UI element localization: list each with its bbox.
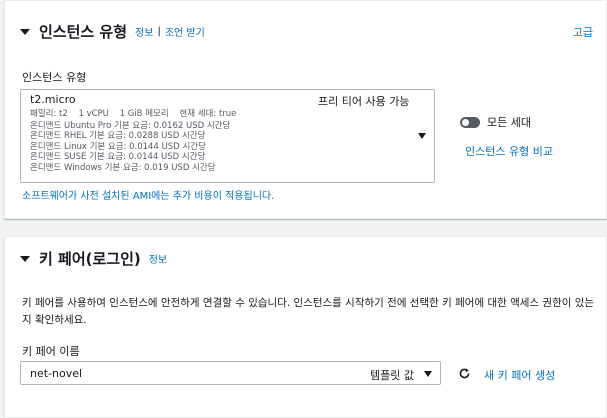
instance-name: t2.micro bbox=[30, 93, 76, 106]
instance-family: 패밀리: t2 bbox=[30, 109, 68, 119]
key-pair-select[interactable]: net-novel 템플릿 값 bbox=[20, 361, 441, 385]
price-line: 온디맨드 Windows 기본 요금: 0.019 USD 시간당 bbox=[30, 162, 216, 173]
all-generations-toggle[interactable]: 모든 세대 bbox=[460, 114, 531, 130]
section-title: 인스턴스 유형 bbox=[39, 23, 128, 41]
instance-type-panel: 인스턴스 유형 정보 | 조언 받기 고급 인스턴스 유형 t2.micro 프… bbox=[4, 0, 607, 219]
section-title: 키 페어(로그인) bbox=[39, 250, 141, 268]
compare-instance-types-link[interactable]: 인스턴스 유형 비교 bbox=[465, 143, 553, 159]
refresh-icon[interactable] bbox=[458, 367, 471, 380]
header-links: 정보 bbox=[149, 251, 167, 266]
dropdown-arrow-icon[interactable] bbox=[418, 133, 426, 139]
instance-type-label: 인스턴스 유형 bbox=[22, 71, 87, 84]
key-pair-name-label: 키 페어 이름 bbox=[22, 345, 80, 358]
price-line: 온디맨드 RHEL 기본 요금: 0.0288 USD 시간당 bbox=[30, 131, 206, 142]
free-tier-badge: 프리 티어 사용 가능 bbox=[318, 95, 410, 108]
caret-down-icon[interactable] bbox=[20, 255, 30, 262]
create-new-key-pair-link[interactable]: 새 키 페어 생성 bbox=[484, 367, 555, 383]
price-line: 온디맨드 SUSE 기본 요금: 0.0144 USD 시간당 bbox=[30, 152, 206, 163]
price-line: 온디맨드 Linux 기본 요금: 0.0144 USD 시간당 bbox=[30, 141, 206, 152]
ami-cost-note: 소프트웨어가 사전 설치된 AMI에는 추가 비용이 적용됩니다. bbox=[22, 191, 275, 202]
instance-generation: 현재 세대: true bbox=[179, 109, 237, 119]
advice-link[interactable]: 조언 받기 bbox=[165, 24, 205, 39]
toggle-switch[interactable] bbox=[460, 116, 480, 128]
key-pair-value: net-novel bbox=[30, 367, 83, 380]
price-line: 온디맨드 Ubuntu Pro 기본 요금: 0.0162 USD 시간당 bbox=[30, 121, 231, 131]
instance-vcpu: 1 vCPU bbox=[78, 109, 109, 119]
key-pair-panel: 키 페어(로그인) 정보 키 페어를 사용하여 인스턴스에 안전하게 연결할 수… bbox=[4, 236, 607, 418]
info-link[interactable]: 정보 bbox=[135, 24, 153, 39]
toggle-label: 모든 세대 bbox=[487, 116, 531, 129]
caret-down-icon[interactable] bbox=[20, 28, 30, 35]
link-separator: | bbox=[157, 26, 161, 37]
key-pair-header[interactable]: 키 페어(로그인) 정보 bbox=[20, 248, 167, 269]
instance-type-header[interactable]: 인스턴스 유형 정보 | 조언 받기 bbox=[20, 21, 205, 42]
header-links: 정보 | 조언 받기 bbox=[135, 24, 205, 39]
price-list: 온디맨드 Ubuntu Pro 기본 요금: 0.0162 USD 시간당 온디… bbox=[30, 121, 230, 173]
instance-memory: 1 GiB 메모리 bbox=[119, 109, 169, 119]
template-value-tag: 템플릿 값 bbox=[370, 369, 414, 382]
advanced-link[interactable]: 고급 bbox=[573, 24, 593, 40]
dropdown-arrow-icon[interactable] bbox=[424, 371, 432, 377]
key-pair-description: 키 페어를 사용하여 인스턴스에 안전하게 연결할 수 있습니다. 인스턴스를 … bbox=[22, 297, 595, 326]
instance-type-select[interactable]: t2.micro 프리 티어 사용 가능 패밀리: t2 1 vCPU 1 Gi… bbox=[20, 89, 435, 183]
toggle-knob bbox=[462, 118, 469, 126]
info-link[interactable]: 정보 bbox=[149, 251, 167, 266]
instance-specs: 패밀리: t2 1 vCPU 1 GiB 메모리 현재 세대: true bbox=[30, 109, 244, 120]
